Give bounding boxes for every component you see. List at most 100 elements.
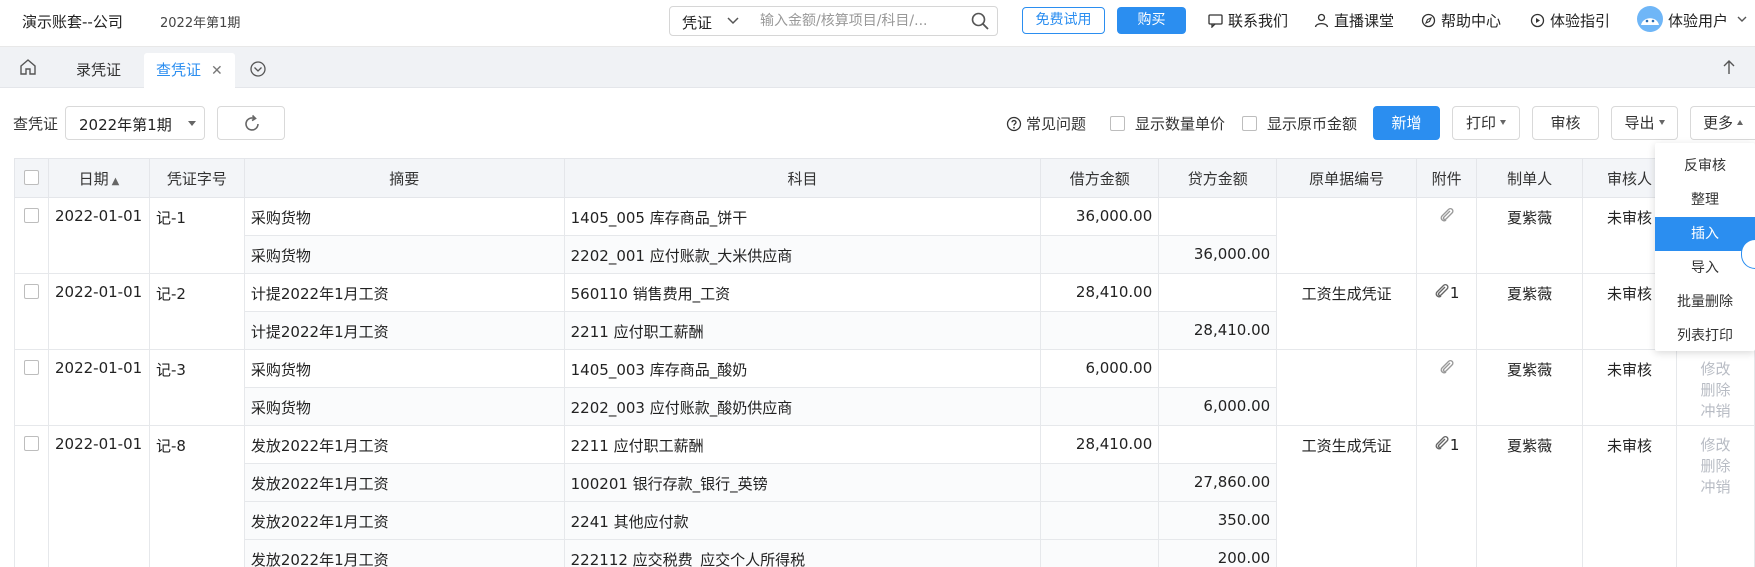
column-header-date[interactable]: 日期 ▲ — [47, 158, 150, 198]
period-select[interactable]: 2022年第1期 — [65, 106, 205, 140]
chat-icon — [1208, 13, 1223, 32]
tab-record-voucher[interactable]: 录凭证 — [64, 53, 133, 88]
top-header: 演示账套--公司 2022年第1期 凭证 免费试用 购买 联系我们 直播课堂 帮… — [0, 0, 1755, 47]
table-row[interactable]: 2022-01-01 记-8 发放2022年1月工资 2211 应付职工薪酬 2… — [14, 425, 1755, 567]
reverse-link[interactable]: 冲销 — [1683, 401, 1748, 422]
account-cell: 2241 其他应付款 — [563, 501, 1042, 540]
chevron-down-icon[interactable] — [726, 10, 740, 34]
row-checkbox[interactable] — [23, 436, 39, 451]
credit-cell: 6,000.00 — [1158, 387, 1278, 426]
row-select-cell — [14, 197, 49, 274]
voucher-no-cell[interactable]: 记-8 — [148, 425, 245, 567]
menu-item-batch-delete[interactable]: 批量删除 — [1655, 285, 1755, 319]
table-row[interactable]: 2022-01-01 记-2 计提2022年1月工资 560110 销售费用_工… — [14, 273, 1755, 350]
account-cell: 1405_003 库存商品_酸奶 — [563, 349, 1042, 388]
print-button[interactable]: 打印 — [1452, 106, 1520, 140]
summary-cell: 采购货物 — [243, 197, 565, 236]
account-cell: 2202_001 应付账款_大米供应商 — [563, 235, 1042, 274]
row-checkbox[interactable] — [23, 284, 39, 299]
chevron-down-icon[interactable] — [1736, 10, 1748, 32]
avatar[interactable] — [1637, 6, 1663, 32]
row-actions-cell: 修改 删除 冲销 — [1675, 425, 1755, 567]
tab-label: 查凭证 — [156, 61, 202, 79]
current-period: 2022年第1期 — [160, 16, 241, 31]
summary-cell: 发放2022年1月工资 — [243, 501, 565, 540]
delete-link[interactable]: 删除 — [1683, 380, 1748, 401]
source-no-cell — [1276, 197, 1418, 274]
maker-cell: 夏紫薇 — [1476, 425, 1584, 567]
more-label: 更多 — [1702, 114, 1733, 132]
menu-item-unaudit[interactable]: 反审核 — [1655, 149, 1755, 183]
paperclip-icon[interactable] — [1434, 435, 1450, 454]
menu-item-import[interactable]: 导入 — [1655, 251, 1755, 285]
table-row[interactable]: 2022-01-01 记-1 采购货物 1405_005 库存商品_饼干 36,… — [14, 197, 1755, 274]
user-name[interactable]: 体验用户 — [1668, 10, 1728, 31]
live-class-link[interactable]: 直播课堂 — [1314, 10, 1394, 32]
edit-link[interactable]: 修改 — [1683, 435, 1748, 456]
audit-button[interactable]: 审核 — [1532, 106, 1599, 140]
attachment-cell[interactable]: 1 — [1416, 425, 1478, 567]
guide-link[interactable]: 体验指引 — [1530, 10, 1610, 32]
tab-query-voucher[interactable]: 查凭证 ✕ — [144, 53, 235, 88]
account-cell: 2202_003 应付账款_酸奶供应商 — [563, 387, 1042, 426]
credit-cell — [1158, 197, 1278, 236]
caret-up-icon — [1737, 120, 1743, 125]
search-type-select[interactable]: 凭证 — [682, 12, 712, 33]
delete-link[interactable]: 删除 — [1683, 456, 1748, 477]
date-cell: 2022-01-01 — [47, 197, 150, 274]
tab-list-dropdown-icon[interactable] — [249, 60, 267, 78]
attachment-cell[interactable]: 1 — [1416, 273, 1478, 350]
new-voucher-button[interactable]: 新增 — [1373, 106, 1440, 140]
account-set-title[interactable]: 演示账套--公司 — [22, 11, 123, 32]
voucher-no-cell[interactable]: 记-1 — [148, 197, 245, 274]
faq-link[interactable]: 常见问题 — [1006, 113, 1086, 136]
show-fx-amount-checkbox[interactable]: 显示原币金额 — [1242, 113, 1357, 134]
buy-button[interactable]: 购买 — [1117, 7, 1186, 34]
table-row[interactable]: 2022-01-01 记-3 采购货物 1405_003 库存商品_酸奶 6,0… — [14, 349, 1755, 426]
home-icon[interactable] — [18, 57, 38, 77]
free-trial-button[interactable]: 免费试用 — [1022, 7, 1105, 34]
summary-cell: 采购货物 — [243, 387, 565, 426]
paperclip-icon[interactable] — [1439, 359, 1455, 378]
export-button[interactable]: 导出 — [1611, 106, 1678, 140]
close-icon[interactable]: ✕ — [211, 63, 223, 79]
account-cell: 2211 应付职工薪酬 — [563, 425, 1042, 464]
more-button[interactable]: 更多 — [1690, 106, 1755, 140]
caret-down-icon — [1500, 120, 1506, 125]
column-header-maker: 制单人 — [1476, 158, 1584, 198]
debit-cell — [1040, 501, 1160, 540]
search-input[interactable] — [760, 10, 960, 32]
row-checkbox[interactable] — [23, 208, 39, 223]
sort-asc-icon[interactable]: ▲ — [112, 176, 120, 187]
reverse-link[interactable]: 冲销 — [1683, 477, 1748, 498]
help-center-link[interactable]: 帮助中心 — [1421, 10, 1501, 32]
attachment-cell[interactable] — [1416, 197, 1478, 274]
voucher-no-cell[interactable]: 记-2 — [148, 273, 245, 350]
contact-us-link[interactable]: 联系我们 — [1208, 10, 1288, 32]
column-header-label: 日期 — [78, 169, 109, 188]
credit-cell: 36,000.00 — [1158, 235, 1278, 274]
menu-item-insert[interactable]: 插入 — [1655, 217, 1755, 251]
row-checkbox[interactable] — [23, 360, 39, 375]
checkbox[interactable] — [1242, 116, 1257, 131]
show-qty-price-checkbox[interactable]: 显示数量单价 — [1110, 113, 1225, 134]
faq-label: 常见问题 — [1026, 115, 1087, 133]
select-all-checkbox[interactable] — [23, 170, 39, 185]
paperclip-icon[interactable] — [1434, 283, 1450, 302]
arrow-up-icon[interactable] — [1722, 59, 1736, 79]
search-icon[interactable] — [970, 11, 990, 31]
refresh-button[interactable] — [217, 106, 285, 140]
debit-cell — [1040, 387, 1160, 426]
paperclip-icon[interactable] — [1439, 207, 1455, 226]
contact-us-label: 联系我们 — [1228, 12, 1289, 30]
voucher-no-cell[interactable]: 记-3 — [148, 349, 245, 426]
edit-link[interactable]: 修改 — [1683, 359, 1748, 380]
checkbox[interactable] — [1110, 116, 1125, 131]
source-no-cell — [1276, 349, 1418, 426]
attachment-cell[interactable] — [1416, 349, 1478, 426]
menu-item-list-print[interactable]: 列表打印 — [1655, 319, 1755, 353]
global-search: 凭证 — [669, 6, 998, 36]
menu-item-arrange[interactable]: 整理 — [1655, 183, 1755, 217]
date-cell: 2022-01-01 — [47, 425, 150, 567]
caret-down-icon — [1658, 120, 1665, 125]
